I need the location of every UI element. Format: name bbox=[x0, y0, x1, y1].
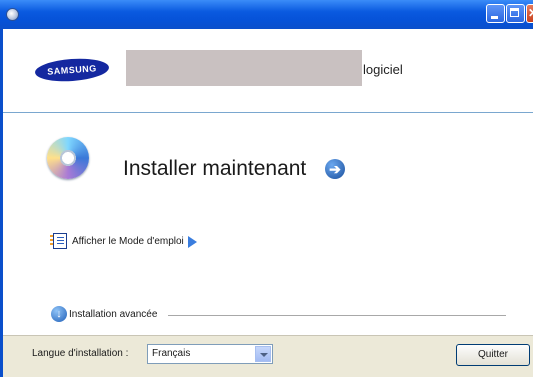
arrow-down-circle-icon[interactable]: ↓ bbox=[51, 306, 67, 322]
cd-disc-icon[interactable] bbox=[47, 137, 89, 179]
title-bar[interactable] bbox=[0, 0, 533, 29]
samsung-logo: SAMSUNG bbox=[34, 56, 110, 84]
language-select[interactable]: Français bbox=[147, 344, 273, 364]
arrow-right-circle-icon[interactable]: ➔ bbox=[325, 159, 345, 179]
language-label: Langue d'installation : bbox=[32, 348, 129, 359]
notebook-icon[interactable] bbox=[50, 233, 67, 249]
footer-bar: Langue d'installation : Français Quitter bbox=[3, 335, 533, 377]
quit-button[interactable]: Quitter bbox=[456, 344, 530, 366]
advanced-install-link[interactable]: Installation avancée bbox=[69, 309, 157, 320]
minimize-button[interactable] bbox=[486, 4, 505, 23]
maximize-button[interactable] bbox=[506, 4, 525, 23]
main-content: Installer maintenant ➔ Afficher le Mode … bbox=[3, 113, 533, 335]
redacted-product-name bbox=[126, 50, 362, 86]
play-triangle-icon[interactable] bbox=[188, 236, 197, 248]
install-now-link[interactable]: Installer maintenant bbox=[123, 157, 306, 181]
header-banner: SAMSUNG logiciel bbox=[3, 29, 533, 112]
close-button[interactable] bbox=[526, 4, 533, 23]
chevron-down-icon[interactable] bbox=[255, 346, 271, 362]
user-manual-link[interactable]: Afficher le Mode d'emploi bbox=[72, 236, 184, 247]
advanced-section-rule bbox=[168, 315, 506, 316]
cd-icon[interactable] bbox=[6, 8, 19, 21]
language-select-value: Français bbox=[152, 348, 191, 359]
product-title-suffix: logiciel bbox=[363, 62, 403, 77]
